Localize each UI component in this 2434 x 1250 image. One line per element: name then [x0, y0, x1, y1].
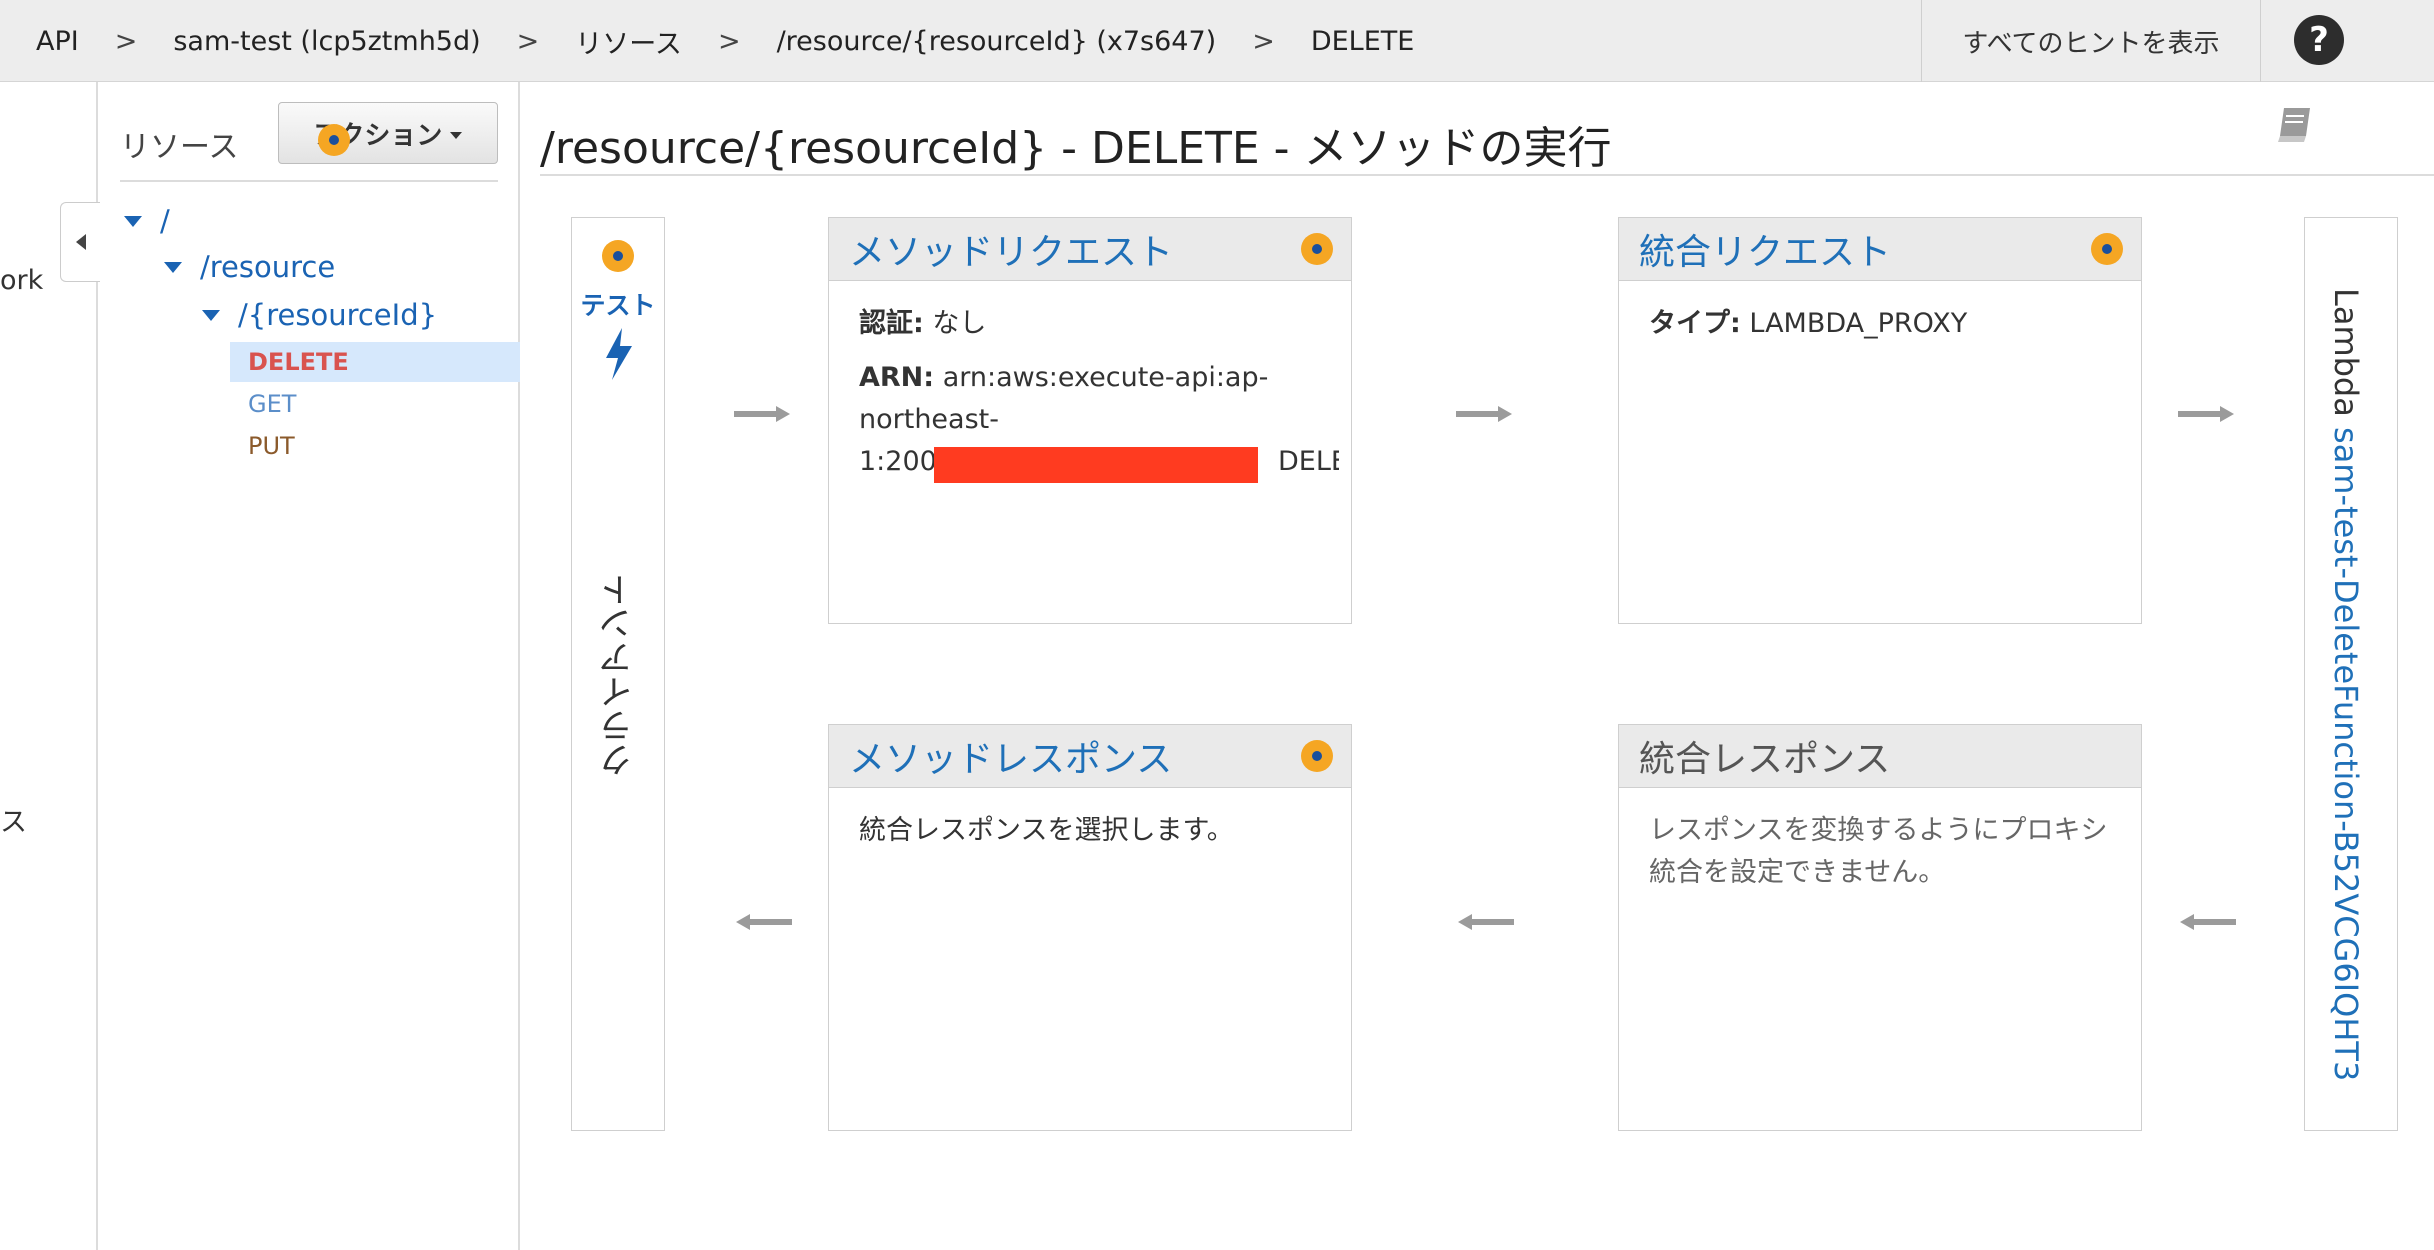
breadcrumb-api-name[interactable]: sam-test (lcp5ztmh5d)	[137, 26, 480, 57]
method-put[interactable]: PUT	[248, 432, 295, 460]
resources-panel: リソース アクション / /resource /{resourceId} DEL…	[100, 82, 520, 1250]
integration-response-title: 統合レスポンス	[1639, 739, 1891, 780]
left-nav: ork ス	[0, 82, 100, 1250]
breadcrumb-resource-path[interactable]: /resource/{resourceId} (x7s647)	[741, 26, 1217, 57]
tree-node-resource-id[interactable]: /{resourceId}	[202, 298, 437, 332]
integration-request-card: 統合リクエスト タイプ: LAMBDA_PROXY	[1618, 217, 2142, 624]
method-get[interactable]: GET	[248, 390, 296, 418]
arn-line3-end: DELETE	[1278, 446, 1339, 477]
tree-node-label: /resource	[200, 250, 336, 284]
auth-label: 認証:	[859, 308, 924, 339]
tree-node-label: /{resourceId}	[238, 298, 438, 332]
method-delete[interactable]: DELETE	[248, 348, 349, 376]
lambda-prefix: Lambda	[2327, 288, 2365, 417]
integration-response-line1: レスポンスを変換するようにプロキシ	[1649, 815, 2108, 846]
lambda-label: Lambda sam-test-DeleteFunction-B52VCG6IQ…	[2327, 288, 2365, 1081]
type-value: LAMBDA_PROXY	[1749, 308, 1968, 339]
integration-request-header: 統合リクエスト	[1619, 218, 2141, 281]
integration-response-body: レスポンスを変換するようにプロキシ 統合を設定できません。	[1619, 788, 2141, 894]
info-icon[interactable]	[2091, 233, 2123, 265]
integration-response-line2: 統合を設定できません。	[1649, 857, 1946, 888]
method-response-text: 統合レスポンスを選択します。	[859, 815, 1234, 846]
arrow-left-icon	[1458, 914, 1514, 930]
arrow-left-icon	[736, 914, 792, 930]
expand-triangle-icon	[124, 215, 142, 227]
auth-row: 認証: なし	[859, 303, 1329, 345]
divider	[120, 180, 498, 182]
book-icon[interactable]	[2276, 104, 2314, 144]
client-label: クライアント	[599, 573, 639, 777]
page-title: /resource/{resourceId} - DELETE - メソッドの実…	[540, 123, 1612, 174]
breadcrumb-separator: >	[516, 25, 540, 57]
method-response-body: 統合レスポンスを選択します。	[829, 788, 1351, 852]
method-request-title[interactable]: メソッドリクエスト	[849, 223, 1173, 275]
redaction-bar	[934, 447, 1258, 483]
divider	[540, 174, 2434, 176]
tree-node-root[interactable]: /	[124, 204, 170, 238]
expand-triangle-icon	[202, 309, 220, 321]
arn-row: ARN: arn:aws:execute-api:ap-	[859, 357, 1329, 399]
arn-label: ARN:	[859, 362, 935, 393]
breadcrumb-resources[interactable]: リソース	[539, 22, 682, 61]
test-link[interactable]: テスト	[572, 286, 664, 322]
breadcrumb-api[interactable]: API	[0, 26, 79, 57]
lambda-column: Lambda sam-test-DeleteFunction-B52VCG6IQ…	[2304, 217, 2398, 1131]
info-icon[interactable]	[1301, 740, 1333, 772]
arn-line3: 1:2004DELETE	[859, 441, 1339, 483]
caret-down-icon	[450, 131, 463, 139]
breadcrumb-method: DELETE	[1310, 25, 1415, 57]
auth-value: なし	[932, 308, 987, 339]
show-all-hints-button[interactable]: すべてのヒントを表示	[1921, 0, 2261, 82]
method-request-card: メソッドリクエスト 認証: なし ARN: arn:aws:execute-ap…	[828, 217, 1352, 624]
client-column: テスト クライアント	[571, 217, 665, 1131]
breadcrumb-separator: >	[717, 25, 741, 57]
collapse-nav-button[interactable]	[60, 202, 100, 282]
actions-dropdown-button[interactable]: アクション	[278, 102, 498, 164]
method-response-card: メソッドレスポンス 統合レスポンスを選択します。	[828, 724, 1352, 1131]
integration-response-header: 統合レスポンス	[1619, 725, 2141, 788]
integration-response-card: 統合レスポンス レスポンスを変換するようにプロキシ 統合を設定できません。	[1618, 724, 2142, 1131]
method-response-title[interactable]: メソッドレスポンス	[849, 730, 1172, 782]
arn-line1: arn:aws:execute-api:ap-	[942, 362, 1269, 393]
integration-request-title[interactable]: 統合リクエスト	[1639, 223, 1891, 275]
top-bar: API > sam-test (lcp5ztmh5d) > リソース > /re…	[0, 0, 2434, 82]
arn-line2: northeast-	[859, 404, 999, 435]
chevron-left-icon	[75, 234, 86, 250]
breadcrumb-separator: >	[114, 25, 138, 57]
method-request-body: 認証: なし ARN: arn:aws:execute-api:ap- nort…	[829, 281, 1351, 483]
breadcrumb: API > sam-test (lcp5ztmh5d) > リソース > /re…	[0, 0, 1414, 82]
method-request-header: メソッドリクエスト	[829, 218, 1351, 281]
nav-item-partial[interactable]: ork	[0, 265, 43, 296]
type-label: タイプ:	[1649, 308, 1741, 339]
arrow-right-icon	[734, 406, 790, 422]
tree-node-resource[interactable]: /resource	[164, 250, 335, 284]
info-icon[interactable]	[602, 240, 634, 272]
breadcrumb-separator: >	[1252, 25, 1275, 57]
nav-item-partial[interactable]: ス	[0, 800, 27, 839]
arrow-right-icon	[2178, 406, 2234, 422]
resources-title: リソース	[120, 130, 239, 165]
lightning-icon[interactable]	[602, 328, 636, 380]
arrow-right-icon	[1456, 406, 1512, 422]
help-icon[interactable]: ?	[2294, 15, 2344, 65]
info-icon[interactable]	[1301, 233, 1333, 265]
tree-node-label: /	[160, 204, 170, 238]
lambda-function-link[interactable]: sam-test-DeleteFunction-B52VCG6IQHT3	[2327, 427, 2365, 1081]
info-icon[interactable]	[318, 124, 350, 156]
expand-triangle-icon	[164, 261, 182, 273]
integration-request-body: タイプ: LAMBDA_PROXY	[1619, 281, 2141, 345]
arrow-left-icon	[2180, 914, 2236, 930]
method-response-header: メソッドレスポンス	[829, 725, 1351, 788]
